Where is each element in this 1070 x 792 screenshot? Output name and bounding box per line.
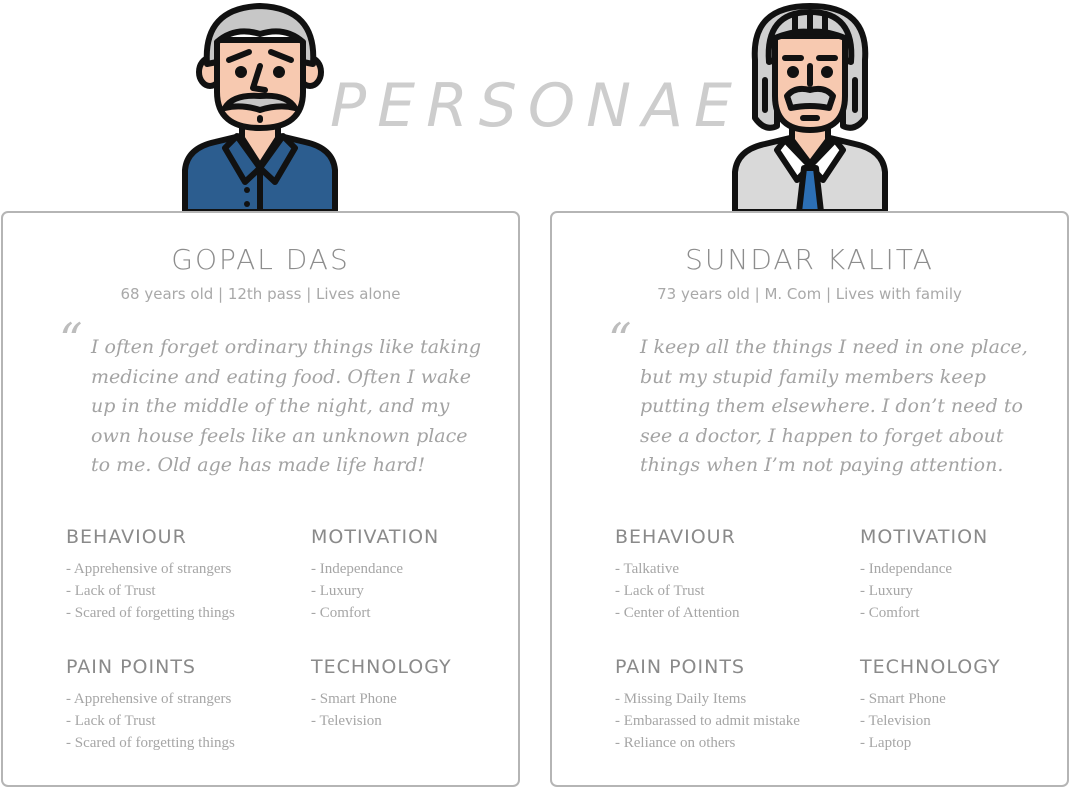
persona-name: SUNDAR KALITA xyxy=(685,243,934,276)
persona-meta: 73 years old | M. Com | Lives with famil… xyxy=(657,285,962,303)
section-title: BEHAVIOUR xyxy=(615,526,736,548)
persona-card-gopal-das: GOPAL DAS 68 years old | 12th pass | Liv… xyxy=(1,211,520,787)
behaviour-section: BEHAVIOUR - Apprehensive of strangers - … xyxy=(66,526,286,624)
section-title: PAIN POINTS xyxy=(66,656,196,678)
list-item: - Independance xyxy=(860,561,953,577)
persona-meta: 68 years old | 12th pass | Lives alone xyxy=(120,285,401,303)
list-item: - Television xyxy=(860,713,931,729)
section-title: BEHAVIOUR xyxy=(66,526,187,548)
technology-section: TECHNOLOGY - Smart Phone - Television - … xyxy=(860,656,1070,754)
list-item: - Apprehensive of strangers xyxy=(66,561,232,577)
list-item: - Comfort xyxy=(311,605,371,621)
section-title: TECHNOLOGY xyxy=(860,656,1001,678)
section-title: MOTIVATION xyxy=(311,526,440,548)
persona-card-sundar-kalita: SUNDAR KALITA 73 years old | M. Com | Li… xyxy=(550,211,1069,787)
pain-points-section: PAIN POINTS - Apprehensive of strangers … xyxy=(66,656,286,754)
quote-mark-icon: “ xyxy=(59,313,83,367)
list-item: - Lack of Trust xyxy=(66,583,156,599)
persona-name: GOPAL DAS xyxy=(171,243,350,276)
technology-section: TECHNOLOGY - Smart Phone - Television xyxy=(311,656,531,732)
list-item: - Luxury xyxy=(311,583,364,599)
list-item: - Luxury xyxy=(860,583,913,599)
list-item: - Missing Daily Items xyxy=(615,691,747,707)
list-item: - Independance xyxy=(311,561,404,577)
list-item: - Scared of forgetting things xyxy=(66,735,235,751)
list-item: - Lack of Trust xyxy=(66,713,156,729)
persona-quote: I keep all the things I need in one plac… xyxy=(640,336,1028,476)
list-item: - Talkative xyxy=(615,561,680,577)
list-item: - Reliance on others xyxy=(615,735,736,751)
old-man-mustache-avatar-icon xyxy=(182,3,338,212)
list-item: - Center of Attention xyxy=(615,605,740,621)
list-item: - Laptop xyxy=(860,735,912,751)
list-item: - Lack of Trust xyxy=(615,583,705,599)
behaviour-section: BEHAVIOUR - Talkative - Lack of Trust - … xyxy=(615,526,835,624)
list-item: - Apprehensive of strangers xyxy=(66,691,232,707)
motivation-section: MOTIVATION - Independance - Luxury - Com… xyxy=(860,526,1070,624)
list-item: - Embarassed to admit mistake xyxy=(615,713,800,729)
list-item: - Scared of forgetting things xyxy=(66,605,235,621)
list-item: - Television xyxy=(311,713,382,729)
persona-quote: I often forget ordinary things like taki… xyxy=(91,336,482,476)
old-man-tie-avatar-icon xyxy=(732,3,888,212)
section-title: MOTIVATION xyxy=(860,526,989,548)
list-item: - Comfort xyxy=(860,605,920,621)
section-title: PAIN POINTS xyxy=(615,656,745,678)
list-item: - Smart Phone xyxy=(311,691,397,707)
list-item: - Smart Phone xyxy=(860,691,946,707)
quote-mark-icon: “ xyxy=(608,313,632,367)
pain-points-section: PAIN POINTS - Missing Daily Items - Emba… xyxy=(615,656,835,754)
page-title: PERSONAE xyxy=(330,71,743,141)
motivation-section: MOTIVATION - Independance - Luxury - Com… xyxy=(311,526,531,624)
section-title: TECHNOLOGY xyxy=(311,656,452,678)
